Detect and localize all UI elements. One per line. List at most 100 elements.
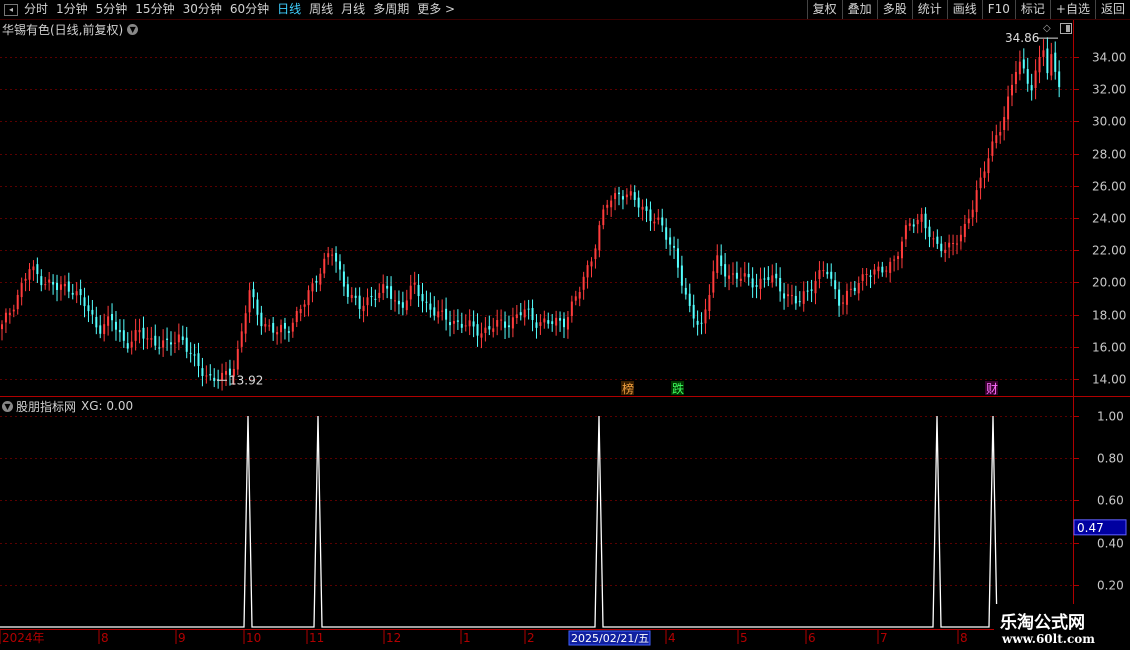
candle-body bbox=[441, 310, 444, 312]
price-tick-label: 18.00 bbox=[1092, 309, 1126, 323]
candle-body bbox=[625, 194, 628, 198]
candle-body bbox=[582, 276, 585, 290]
candle-body bbox=[48, 279, 51, 283]
high-price-label: 34.86 bbox=[1005, 31, 1039, 45]
candle-body bbox=[633, 192, 636, 200]
candle-body bbox=[460, 323, 463, 328]
candle-body bbox=[256, 299, 259, 315]
candle-body bbox=[1042, 50, 1045, 57]
candle-body bbox=[507, 325, 510, 328]
candle-body bbox=[916, 219, 919, 225]
candle-body bbox=[24, 278, 27, 281]
candle-body bbox=[857, 283, 860, 294]
candle-body bbox=[276, 332, 279, 335]
candle-body bbox=[1038, 57, 1041, 73]
candle-body bbox=[720, 255, 723, 267]
candle-body bbox=[535, 322, 538, 328]
candle-body bbox=[779, 277, 782, 292]
candle-body bbox=[570, 301, 573, 316]
candle-body bbox=[708, 294, 711, 312]
candle-body bbox=[798, 301, 801, 303]
candle-body bbox=[8, 312, 11, 316]
candle-body bbox=[802, 291, 805, 304]
candle-body bbox=[504, 321, 507, 328]
candle-body bbox=[236, 348, 239, 370]
candle-body bbox=[350, 294, 353, 299]
candle-body bbox=[40, 276, 43, 286]
candle-body bbox=[264, 324, 267, 327]
candle-body bbox=[20, 283, 23, 298]
candle-body bbox=[189, 352, 192, 354]
candle-body bbox=[602, 209, 605, 226]
candle-body bbox=[323, 258, 326, 274]
candle-body bbox=[810, 289, 813, 291]
candle-body bbox=[653, 221, 656, 224]
candle-body bbox=[900, 241, 903, 259]
candle-body bbox=[834, 280, 837, 290]
candle-body bbox=[1011, 84, 1014, 96]
candle-body bbox=[673, 245, 676, 248]
candle-body bbox=[873, 269, 876, 275]
candle-body bbox=[971, 209, 974, 218]
candle-body bbox=[830, 271, 833, 279]
candle-body bbox=[999, 132, 1002, 136]
date-label: 5 bbox=[740, 631, 748, 645]
date-label: 10 bbox=[246, 631, 261, 645]
candle-body bbox=[932, 238, 935, 240]
candle-body bbox=[421, 293, 424, 302]
candle-body bbox=[991, 141, 994, 156]
candle-body bbox=[185, 337, 188, 352]
candle-body bbox=[598, 225, 601, 251]
indicator-tick-label: 0.80 bbox=[1097, 452, 1124, 466]
candle-body bbox=[52, 281, 55, 285]
candle-body bbox=[209, 374, 212, 376]
candle-body bbox=[299, 308, 302, 314]
candle-body bbox=[114, 321, 117, 330]
candle-body bbox=[527, 308, 530, 310]
indicator-cursor-value: 0.47 bbox=[1077, 521, 1104, 535]
candle-body bbox=[897, 256, 900, 260]
candle-body bbox=[311, 283, 314, 292]
candle-body bbox=[983, 171, 986, 178]
candle-body bbox=[205, 375, 208, 377]
event-marker-cai: 财 bbox=[986, 382, 998, 396]
candle-body bbox=[496, 320, 499, 327]
candle-body bbox=[138, 329, 141, 333]
candle-body bbox=[908, 223, 911, 227]
date-label: 12 bbox=[386, 631, 401, 645]
candle-body bbox=[763, 278, 766, 280]
candle-body bbox=[629, 191, 632, 196]
candle-body bbox=[543, 318, 546, 323]
candle-body bbox=[32, 266, 35, 271]
candle-body bbox=[551, 321, 554, 324]
candle-body bbox=[417, 284, 420, 297]
candle-body bbox=[476, 324, 479, 336]
candle-body bbox=[531, 308, 534, 321]
candle-body bbox=[468, 320, 471, 327]
candle-body bbox=[676, 248, 679, 268]
candle-body bbox=[162, 340, 165, 348]
candle-body bbox=[401, 302, 404, 308]
candle-body bbox=[712, 271, 715, 293]
candle-body bbox=[366, 297, 369, 306]
candle-body bbox=[728, 275, 731, 279]
kline-chart[interactable]: 34.00 32.00 30.00 28.00 26.00 24.00 22.00 20.00… bbox=[0, 0, 1130, 650]
candle-body bbox=[452, 320, 455, 324]
candle-body bbox=[696, 320, 699, 325]
price-tick-label: 22.00 bbox=[1092, 244, 1126, 258]
candle-body bbox=[747, 273, 750, 278]
candle-body bbox=[99, 325, 102, 334]
candle-body bbox=[562, 318, 565, 328]
candle-body bbox=[1050, 54, 1053, 76]
candle-body bbox=[877, 266, 880, 272]
candle-body bbox=[1003, 117, 1006, 130]
candle-body bbox=[853, 287, 856, 292]
candle-body bbox=[158, 347, 161, 349]
candle-body bbox=[948, 242, 951, 248]
candle-body bbox=[315, 280, 318, 283]
price-tick-label: 32.00 bbox=[1092, 83, 1126, 97]
candle-body bbox=[177, 334, 180, 343]
candle-body bbox=[56, 282, 59, 290]
candle-body bbox=[433, 307, 436, 316]
candle-body bbox=[1, 324, 3, 330]
